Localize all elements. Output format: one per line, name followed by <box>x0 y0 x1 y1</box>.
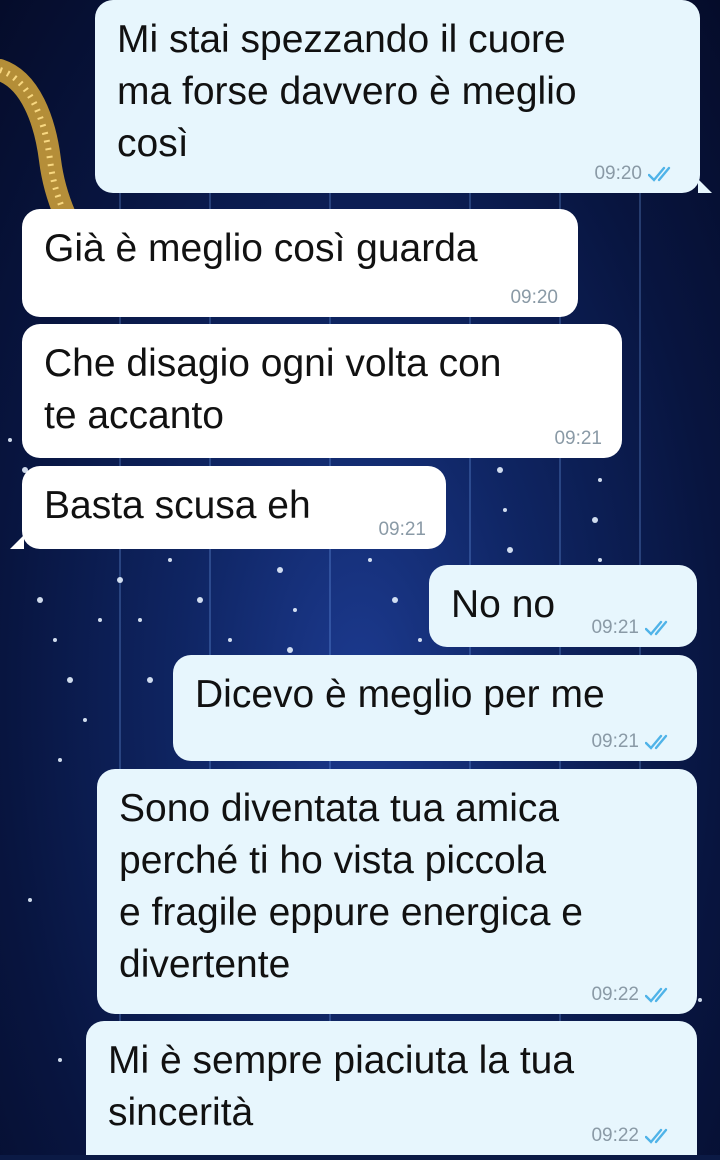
message-meta: 09:20 <box>594 163 680 185</box>
message-bubble-outgoing[interactable]: Mi stai spezzando il cuore ma forse davv… <box>95 0 700 193</box>
chat-message-list[interactable]: Mi stai spezzando il cuore ma forse davv… <box>0 0 720 1155</box>
double-check-icon <box>648 166 671 182</box>
message-bubble-incoming[interactable]: Già è meglio così guarda 09:20 <box>22 209 578 317</box>
message-time: 09:22 <box>591 1125 639 1146</box>
message-meta: 09:22 <box>591 984 677 1006</box>
bubble-tail <box>10 535 24 549</box>
message-meta: 09:21 <box>554 428 602 450</box>
message-meta: 09:21 <box>378 519 426 541</box>
message-time: 09:21 <box>378 519 426 540</box>
double-check-icon <box>645 1128 668 1144</box>
message-meta: 09:21 <box>591 617 677 639</box>
message-text: Dicevo è meglio per me <box>195 673 605 716</box>
message-meta: 09:20 <box>510 287 558 309</box>
message-bubble-outgoing[interactable]: No no 09:21 <box>429 565 697 647</box>
double-check-icon <box>645 734 668 750</box>
message-time: 09:20 <box>510 287 558 308</box>
message-meta: 09:21 <box>591 731 677 753</box>
message-text: Mi è sempre piaciuta la tua sincerità <box>108 1039 575 1134</box>
message-text: Basta scusa eh <box>44 484 311 527</box>
message-time: 09:21 <box>591 731 639 752</box>
message-text: Già è meglio così guarda <box>44 227 478 270</box>
message-text: Mi stai spezzando il cuore ma forse davv… <box>117 18 577 165</box>
double-check-icon <box>645 620 668 636</box>
message-bubble-outgoing[interactable]: Dicevo è meglio per me 09:21 <box>173 655 697 761</box>
message-time: 09:20 <box>594 163 642 184</box>
bubble-tail <box>698 179 712 193</box>
message-bubble-incoming[interactable]: Basta scusa eh 09:21 <box>22 466 446 549</box>
message-bubble-outgoing[interactable]: Mi è sempre piaciuta la tua sincerità 09… <box>86 1021 697 1155</box>
message-bubble-outgoing[interactable]: Sono diventata tua amica perché ti ho vi… <box>97 769 697 1014</box>
message-text: Sono diventata tua amica perché ti ho vi… <box>119 787 583 986</box>
message-time: 09:22 <box>591 984 639 1005</box>
double-check-icon <box>645 987 668 1003</box>
message-time: 09:21 <box>554 428 602 449</box>
message-text: Che disagio ogni volta con te accanto <box>44 342 502 437</box>
message-time: 09:21 <box>591 617 639 638</box>
message-meta: 09:22 <box>591 1125 677 1147</box>
message-bubble-incoming[interactable]: Che disagio ogni volta con te accanto 09… <box>22 324 622 458</box>
